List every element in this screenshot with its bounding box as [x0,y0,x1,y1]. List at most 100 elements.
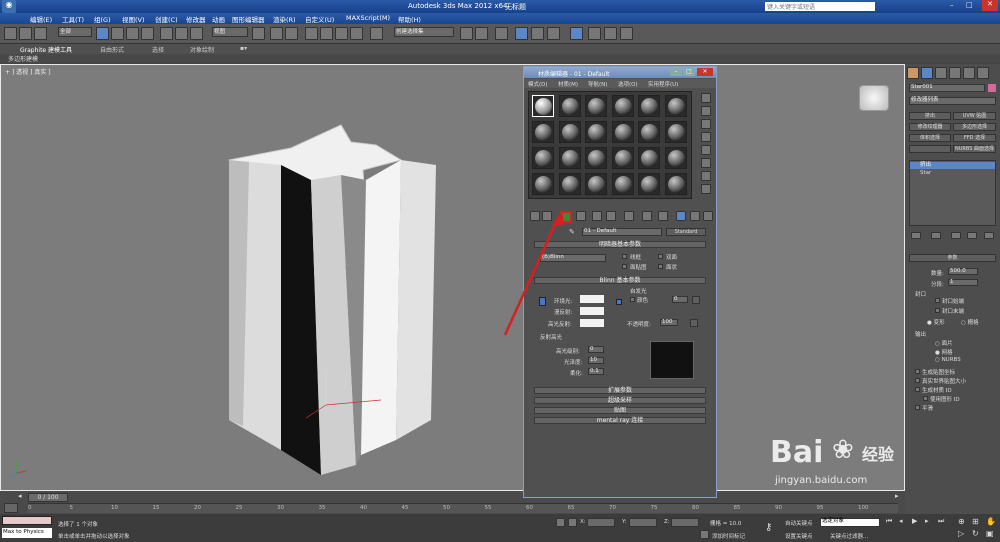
prev-frame-icon[interactable]: ◂ [18,492,22,500]
sample-slot[interactable] [664,147,687,169]
ref-coord-dropdown[interactable]: 视图 [212,27,248,37]
make-preview-icon[interactable] [701,158,711,168]
mental-ray-rollout[interactable]: mental ray 连接 [534,417,706,424]
utilities-tab-icon[interactable] [977,67,989,79]
key-filters-button[interactable]: 关键点过滤器... [830,532,868,540]
render-setup-icon[interactable] [588,27,601,40]
stack-item-star[interactable]: Star [910,170,995,177]
menu-tools[interactable]: 工具(T) [62,14,84,24]
graphite-toggle-icon[interactable] [515,27,528,40]
go-to-parent-icon[interactable] [690,211,700,221]
go-to-start-icon[interactable]: ⏮ [886,517,892,526]
two-sided-checkbox[interactable] [658,254,663,259]
material-name-field[interactable]: 01 - Default [582,228,662,236]
selection-lock-icon[interactable] [556,518,565,527]
mini-curve-icon[interactable] [4,503,18,513]
menu-graph-editors[interactable]: 图形编辑器 [232,14,265,24]
angle-snap-icon[interactable] [320,27,333,40]
uvw-map-button[interactable]: UVW 贴图 [953,112,996,120]
create-tab-icon[interactable] [907,67,919,79]
wire-checkbox[interactable] [622,254,627,259]
make-unique-stack-icon[interactable] [951,232,961,239]
material-editor-icon[interactable] [570,27,583,40]
time-slider[interactable]: 0 / 100 [28,493,68,502]
sample-slot[interactable] [558,147,581,169]
uv-tiling-icon[interactable] [701,132,711,142]
go-to-end-icon[interactable]: ⏭ [938,517,944,526]
material-type-button[interactable]: Standard [666,228,706,236]
ribbon-tab-object-paint[interactable]: 对象绘制 [190,45,214,54]
diffuse-map-button[interactable] [616,299,622,305]
sample-slot[interactable] [532,147,554,169]
set-key-button[interactable]: 设置关键点 [785,532,813,540]
sample-slot[interactable] [585,95,607,117]
menu-view[interactable]: 视图(V) [122,14,145,24]
snap-icon[interactable] [305,27,318,40]
nurbs-radio[interactable]: ○ NURBS [935,357,961,363]
sample-slot[interactable] [532,95,554,117]
self-illum-color-checkbox[interactable] [630,297,635,302]
morph-radio[interactable]: ● 变形 [927,318,945,326]
poly-select-button[interactable]: 多边形选择 [953,123,996,131]
app-logo-icon[interactable]: ◉ [2,0,16,13]
motion-tab-icon[interactable] [949,67,961,79]
opacity-field[interactable]: 100 [660,319,678,326]
make-copy-icon[interactable] [592,211,602,221]
maps-rollout[interactable]: 贴图 [534,407,706,414]
close-icon[interactable]: ✕ [982,0,998,11]
viewport-label[interactable]: + ] 透视 ] 真实 ] [5,67,51,76]
dlg-close-icon[interactable]: ✕ [697,68,713,76]
segments-field[interactable]: 1 [948,279,978,286]
background-icon[interactable] [701,119,711,129]
object-name-field[interactable]: Star001 [909,84,985,92]
show-end-result-icon[interactable] [676,211,686,221]
sample-type-icon[interactable] [701,93,711,103]
selection-filter-dropdown[interactable]: 全部 [58,27,92,37]
maximize-icon[interactable]: □ [966,1,973,9]
layer-manager-icon[interactable] [495,27,508,40]
gen-map-coords-checkbox[interactable] [915,369,920,374]
unlink-icon[interactable] [19,27,32,40]
select-object-icon[interactable] [96,27,109,40]
me-menu-navigation[interactable]: 导航(N) [588,80,607,88]
parameters-rollout[interactable]: 参数 [909,254,996,262]
opacity-map-button[interactable] [690,319,698,327]
backlight-icon[interactable] [701,106,711,116]
rect-selection-icon[interactable] [126,27,139,40]
percent-snap-icon[interactable] [335,27,348,40]
supersampling-rollout[interactable]: 超级采样 [534,397,706,404]
bind-space-warp-icon[interactable] [34,27,47,40]
object-color-swatch[interactable] [988,84,996,92]
sample-slot[interactable] [558,173,581,195]
me-menu-utilities[interactable]: 实用程序(U) [648,80,678,88]
nurbs-select-button[interactable]: NURBS 曲面选择 [953,145,996,153]
perspective-viewport[interactable]: + ] 透视 ] 真实 ] [0,64,905,491]
ffd-select-button[interactable]: FFD 选择 [953,134,996,142]
curve-editor-icon[interactable] [531,27,544,40]
menu-help[interactable]: 帮助(H) [398,14,421,24]
play-icon[interactable]: ▶ [912,517,917,525]
configure-sets-icon[interactable] [984,232,994,239]
menu-group[interactable]: 组(G) [94,14,111,24]
go-forward-icon[interactable] [703,211,713,221]
amount-field[interactable]: 500.0 [948,268,978,275]
viewcube-icon[interactable] [859,85,889,111]
reset-map-icon[interactable] [576,211,586,221]
y-coord-field[interactable] [629,518,657,527]
maxscript-mini-field[interactable]: Max to Physics [2,528,52,538]
sample-slot[interactable] [664,173,687,195]
x-coord-field[interactable] [587,518,615,527]
sample-slot[interactable] [585,147,607,169]
menu-animation[interactable]: 动画 [212,14,225,24]
sample-slot[interactable] [638,95,660,117]
menu-customize[interactable]: 自定义(U) [305,14,334,24]
sample-slot[interactable] [638,147,660,169]
ribbon-tab-freeform[interactable]: 自由形式 [100,45,124,54]
menu-maxscript[interactable]: MAXScript(M) [346,14,390,22]
pin-stack-icon[interactable] [911,232,921,239]
schematic-view-icon[interactable] [547,27,560,40]
sample-slot[interactable] [611,95,634,117]
next-key-icon[interactable]: ▸ [925,517,929,525]
real-world-checkbox[interactable] [915,378,920,383]
sample-slot[interactable] [611,173,634,195]
